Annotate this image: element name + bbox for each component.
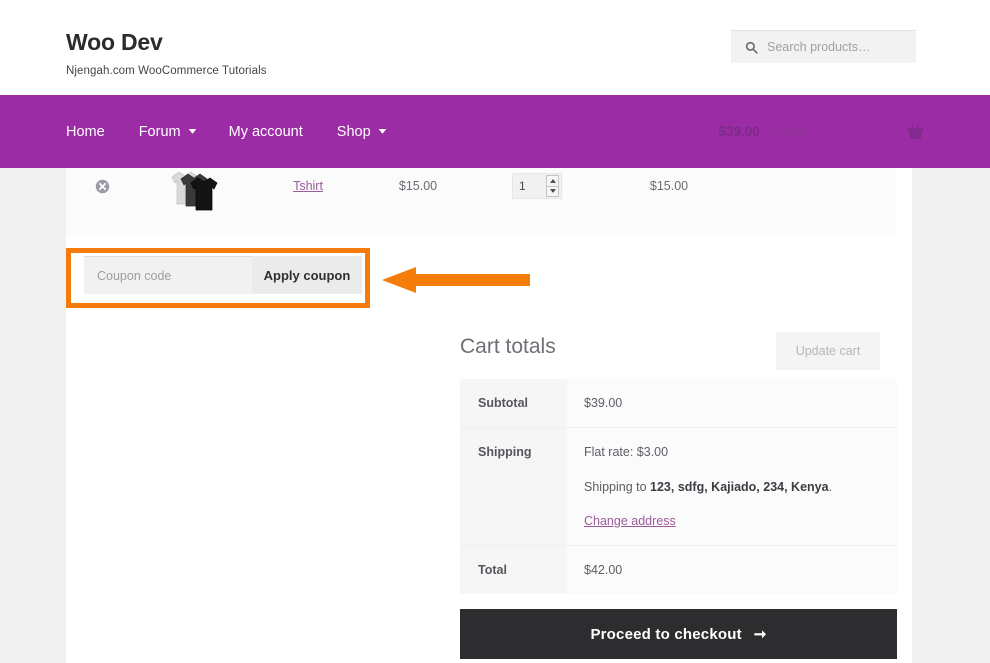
totals-row-shipping: Shipping Flat rate: $3.00 Shipping to 12… [460, 427, 897, 546]
cart-totals-heading: Cart totals [460, 335, 556, 358]
cart-table-row: Tshirt $15.00 1 $15.00 [66, 168, 896, 236]
shopping-basket-icon[interactable] [907, 124, 924, 139]
product-link[interactable]: Tshirt [293, 179, 323, 193]
chevron-down-icon: ▾ [378, 126, 386, 136]
nav-cart[interactable]: $39.00 2 items [719, 95, 924, 168]
cart-quantity-cell: 1 [474, 168, 600, 204]
cart-totals-table: Subtotal $39.00 Shipping Flat rate: $3.0… [460, 379, 897, 594]
product-search[interactable] [731, 30, 916, 63]
content-area: Tshirt $15.00 1 $15.00 Coupon code Apply… [66, 168, 912, 663]
quantity-increase-button[interactable] [546, 175, 559, 186]
site-tagline: Njengah.com WooCommerce Tutorials [66, 65, 267, 78]
checkout-label: Proceed to checkout [590, 625, 742, 643]
cart-page: Woo Dev Njengah.com WooCommerce Tutorial… [0, 0, 990, 663]
totals-value: $39.00 [567, 379, 897, 428]
apply-coupon-button[interactable]: Apply coupon [252, 256, 362, 294]
cart-item-count: 2 items [769, 125, 807, 138]
cart-product-name-cell: Tshirt [254, 168, 362, 204]
nav-item-label: Forum [138, 123, 181, 140]
totals-row-subtotal: Subtotal $39.00 [460, 379, 897, 428]
nav-links: Home Forum ▾ My account Shop ▾ [66, 124, 402, 140]
cart-thumbnail-cell [138, 168, 254, 224]
coupon-group: Apply coupon [84, 256, 362, 294]
tshirt-icon [189, 176, 219, 212]
totals-value-shipping: Flat rate: $3.00 Shipping to 123, sdfg, … [567, 427, 897, 546]
left-pointing-arrow-annotation [382, 267, 530, 293]
search-icon [745, 41, 758, 54]
shipping-address-suffix: . [828, 480, 833, 494]
coupon-code-input[interactable] [84, 256, 252, 294]
totals-row-total: Total $42.00 [460, 545, 897, 594]
caret-up-icon [549, 178, 556, 183]
main-navigation: Home Forum ▾ My account Shop ▾ $39.00 2 … [0, 95, 990, 168]
shipping-method: Flat rate: $3.00 [584, 445, 669, 459]
shipping-address-prefix: Shipping to [584, 480, 651, 494]
quantity-decrease-button[interactable] [546, 185, 559, 197]
shipping-address: 123, sdfg, Kajiado, 234, Kenya [650, 480, 829, 494]
cart-remove-cell [66, 168, 138, 204]
remove-item-icon[interactable] [95, 179, 110, 194]
nav-item-my-account[interactable]: My account [212, 124, 320, 140]
nav-item-label: Home [66, 123, 105, 140]
site-title: Woo Dev [66, 29, 163, 55]
quantity-spinner[interactable] [546, 175, 559, 197]
tshirt-product-thumbnail[interactable] [170, 168, 222, 218]
totals-value: $42.00 [567, 545, 897, 594]
totals-label: Shipping [460, 427, 567, 546]
nav-inner: Home Forum ▾ My account Shop ▾ $39.00 2 … [66, 95, 924, 168]
totals-label: Total [460, 545, 567, 594]
quantity-value[interactable]: 1 [519, 179, 546, 193]
change-address-link[interactable]: Change address [584, 514, 676, 528]
cart-subtotal-cell: $15.00 [649, 179, 689, 193]
chevron-down-icon: ▾ [188, 126, 196, 136]
arrow-right-icon: ➞ [753, 625, 767, 643]
nav-item-label: Shop [336, 123, 371, 140]
site-header: Woo Dev Njengah.com WooCommerce Tutorial… [0, 0, 990, 95]
site-branding[interactable]: Woo Dev Njengah.com WooCommerce Tutorial… [66, 29, 267, 78]
cart-totals-section: Cart totals Subtotal $39.00 Shipping Fla… [460, 335, 897, 594]
cart-actions-row: Apply coupon Update cart [66, 248, 896, 370]
nav-item-forum[interactable]: Forum ▾ [122, 124, 212, 140]
cart-price-cell: $15.00 [398, 179, 438, 193]
nav-item-shop[interactable]: Shop ▾ [320, 124, 402, 140]
search-input[interactable] [767, 40, 902, 54]
shipping-address-line: Shipping to 123, sdfg, Kajiado, 234, Ken… [584, 480, 897, 494]
proceed-to-checkout-button[interactable]: Proceed to checkout ➞ [460, 609, 897, 659]
cart-amount: $39.00 [718, 124, 760, 139]
caret-down-icon [549, 189, 556, 194]
quantity-stepper[interactable]: 1 [512, 173, 562, 199]
nav-item-home[interactable]: Home [66, 124, 122, 140]
nav-item-label: My account [228, 123, 303, 140]
totals-label: Subtotal [460, 379, 567, 428]
